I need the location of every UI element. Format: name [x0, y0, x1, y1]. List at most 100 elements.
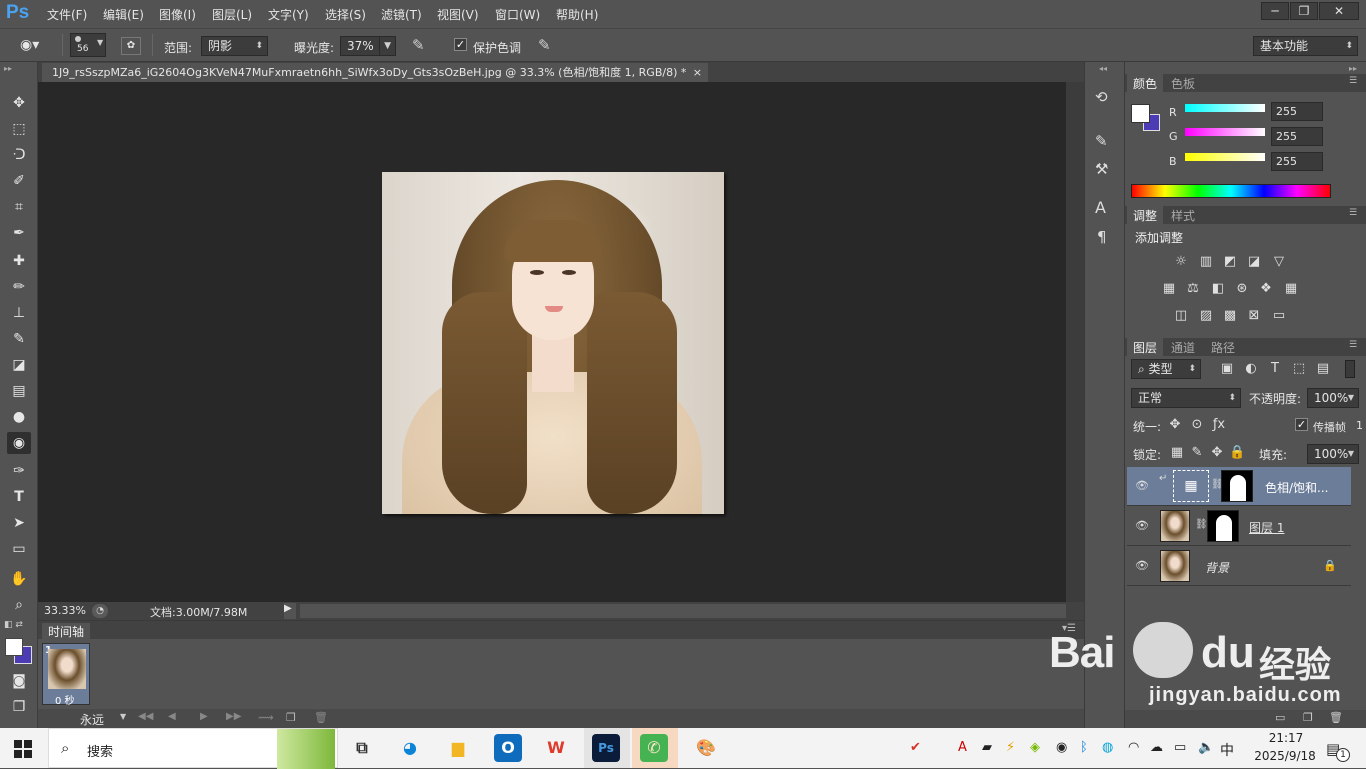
panel-menu-icon[interactable]: ☰	[1349, 340, 1357, 350]
new-group-icon[interactable]: ▭	[1275, 711, 1285, 724]
levels-icon[interactable]: ▥	[1198, 255, 1214, 269]
eye-icon[interactable]: 👁	[1135, 559, 1149, 572]
bluetooth-icon[interactable]: ᛒ	[1080, 740, 1088, 755]
new-layer-icon[interactable]: ❐	[1303, 711, 1313, 724]
pen-tool-icon[interactable]: ✑	[7, 460, 31, 482]
ime-indicator[interactable]: 中	[1220, 740, 1234, 760]
menu-file[interactable]: 文件(F)	[47, 6, 87, 23]
red-slider[interactable]	[1185, 104, 1265, 112]
photo-filter-icon[interactable]: ⊛	[1234, 282, 1250, 296]
layer-thumb[interactable]	[1160, 510, 1190, 542]
close-button[interactable]: ✕	[1319, 2, 1359, 20]
zoom-level[interactable]: 33.33%	[44, 604, 86, 617]
zoom-tool-icon[interactable]: ⌕	[7, 594, 31, 616]
gradient-map-icon[interactable]: ▭	[1271, 309, 1287, 323]
brightness-icon[interactable]: ☼	[1173, 255, 1189, 269]
menu-help[interactable]: 帮助(H)	[556, 6, 598, 23]
rectangle-tool-icon[interactable]: ▭	[7, 538, 31, 560]
menu-view[interactable]: 视图(V)	[437, 6, 479, 23]
pixel-filter-icon[interactable]: ▣	[1219, 362, 1235, 376]
eye-icon[interactable]: 👁	[1135, 479, 1149, 492]
foreground-color-swatch[interactable]	[1131, 104, 1150, 123]
channel-mixer-icon[interactable]: ❖	[1258, 282, 1274, 296]
unify-style-icon[interactable]: ƒx	[1211, 418, 1227, 432]
vibrance-icon[interactable]: ▽	[1271, 255, 1287, 269]
panel-menu-icon[interactable]: ☰	[1349, 208, 1357, 218]
nvidia-icon[interactable]: ◈	[1030, 740, 1040, 755]
gradient-tool-icon[interactable]: ▤	[7, 380, 31, 402]
new-frame-icon[interactable]: ❐	[286, 711, 296, 724]
lock-all-icon[interactable]: 🔒	[1229, 446, 1245, 460]
collapse-icon[interactable]: ▸▸	[1349, 64, 1357, 73]
play-icon[interactable]: ▶	[200, 711, 208, 722]
task-view-icon[interactable]: ⧉	[348, 734, 376, 762]
protect-tones-checkbox[interactable]: ✓	[454, 38, 467, 51]
exposure-icon[interactable]: ◪	[1246, 255, 1262, 269]
screen-mode-icon[interactable]: ❐	[7, 696, 31, 718]
invert-icon[interactable]: ◫	[1173, 309, 1189, 323]
blue-input[interactable]: 255	[1271, 152, 1323, 171]
menu-type[interactable]: 文字(Y)	[268, 6, 309, 23]
default-colors-icon[interactable]: ◧ ⇄	[4, 620, 23, 630]
layer-filter-select[interactable]: ⌕ 类型 ⬍	[1131, 359, 1201, 379]
menu-layer[interactable]: 图层(L)	[212, 6, 252, 23]
clock-date[interactable]: 2025/9/18	[1245, 749, 1325, 763]
stamp-tool-icon[interactable]: ⊥	[7, 302, 31, 324]
minimize-button[interactable]: ─	[1261, 2, 1289, 20]
menu-image[interactable]: 图像(I)	[159, 6, 196, 23]
canvas-area[interactable]	[38, 82, 1066, 602]
range-select[interactable]: 阴影 ⬍	[201, 36, 268, 56]
tray-icon[interactable]: ◍	[1102, 740, 1113, 755]
foreground-color-swatch[interactable]	[5, 638, 23, 656]
clock-time[interactable]: 21:17	[1256, 731, 1316, 745]
brush-panel-icon[interactable]: ✿	[121, 37, 141, 55]
status-menu-arrow-icon[interactable]: ▶	[284, 603, 296, 619]
delete-frame-icon[interactable]: 🗑	[314, 711, 328, 724]
color-spectrum-bar[interactable]	[1131, 184, 1331, 198]
tool-presets-icon[interactable]: ⚒	[1095, 160, 1108, 178]
prev-frame-icon[interactable]: ◀	[168, 711, 176, 722]
shape-filter-icon[interactable]: ⬚	[1291, 362, 1307, 376]
type-tool-icon[interactable]: T	[7, 486, 31, 508]
lock-position-icon[interactable]: ✥	[1209, 446, 1225, 460]
next-frame-icon[interactable]: ▶▶	[226, 711, 241, 722]
selective-color-icon[interactable]: ⊠	[1246, 309, 1262, 323]
menu-window[interactable]: 窗口(W)	[495, 6, 540, 23]
layer-row-layer-1[interactable]: 👁 ⛓ 图层 1	[1127, 507, 1351, 546]
lasso-tool-icon[interactable]: ᑝ	[7, 144, 31, 166]
tween-icon[interactable]: ⟿	[258, 711, 274, 724]
layer-name[interactable]: 色相/饱和...	[1265, 479, 1329, 496]
delete-layer-icon[interactable]: 🗑	[1329, 711, 1343, 724]
layer-row-hue-saturation[interactable]: 👁 ↵ ▦ ⛓ 色相/饱和...	[1127, 467, 1351, 506]
tab-styles[interactable]: 样式	[1165, 206, 1201, 225]
loop-select[interactable]: 永远	[80, 711, 104, 728]
wps-tray-icon[interactable]: ✔	[910, 740, 921, 755]
history-panel-icon[interactable]: ⟲	[1095, 88, 1108, 106]
pressure-size-icon[interactable]: ✎	[538, 36, 551, 54]
tab-layers[interactable]: 图层	[1127, 338, 1164, 357]
color-balance-icon[interactable]: ⚖	[1185, 282, 1201, 296]
burn-tool-icon[interactable]: ◉	[7, 432, 31, 454]
propagate-frame-checkbox[interactable]: ✓	[1295, 418, 1308, 431]
taskbar-search[interactable]: ⌕ 搜索	[48, 728, 338, 769]
layer-mask-thumb[interactable]	[1207, 510, 1239, 542]
tab-channels[interactable]: 通道	[1165, 338, 1201, 357]
tab-swatches[interactable]: 色板	[1165, 74, 1201, 93]
type-filter-icon[interactable]: T	[1267, 362, 1283, 376]
file-explorer-icon[interactable]: ▆	[444, 734, 472, 762]
layer-thumb[interactable]	[1160, 550, 1190, 582]
posterize-icon[interactable]: ▨	[1198, 309, 1214, 323]
volume-icon[interactable]: 🔈	[1198, 740, 1214, 755]
wifi-icon[interactable]: ◠	[1128, 740, 1139, 755]
menu-filter[interactable]: 滤镜(T)	[381, 6, 422, 23]
tray-icon[interactable]: ▰	[982, 740, 992, 755]
quick-select-tool-icon[interactable]: ✐	[7, 170, 31, 192]
edge-icon[interactable]: ◕	[396, 734, 424, 762]
layer-name[interactable]: 背景	[1205, 559, 1229, 576]
vertical-scrollbar[interactable]	[1066, 82, 1084, 602]
close-tab-icon[interactable]: ×	[693, 63, 702, 82]
healing-brush-icon[interactable]: ✚	[7, 250, 31, 272]
tray-icon[interactable]: ⚡	[1006, 740, 1015, 755]
paint-icon[interactable]: 🎨	[692, 734, 720, 762]
quick-mask-icon[interactable]: ◙	[7, 670, 31, 692]
